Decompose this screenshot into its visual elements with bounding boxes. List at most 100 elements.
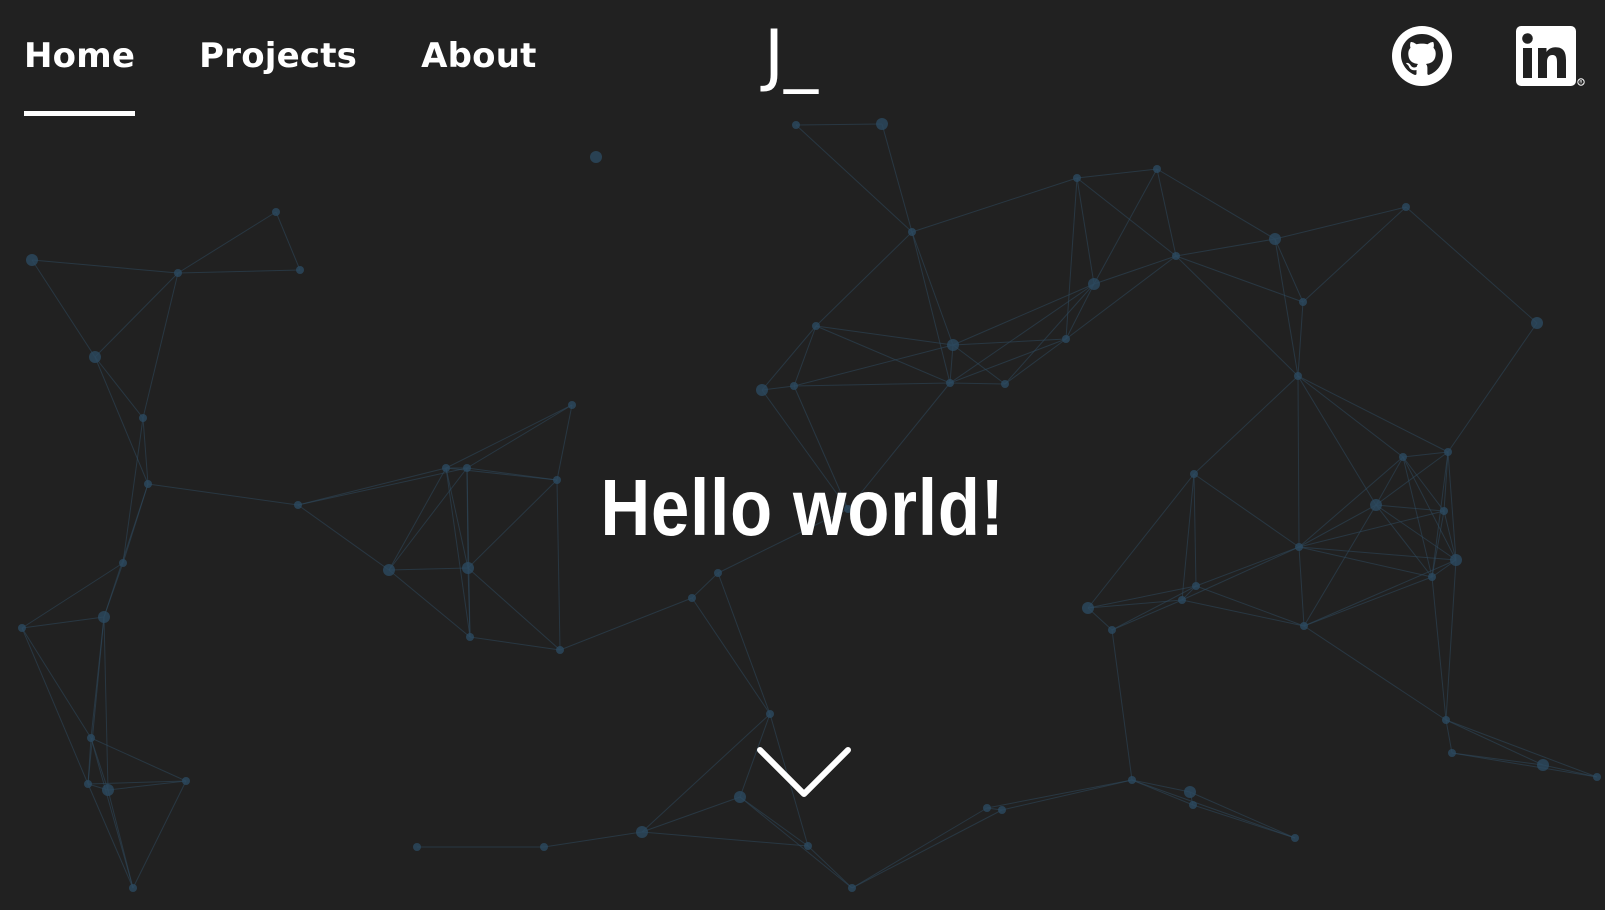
network-link bbox=[952, 283, 1095, 346]
network-link bbox=[21, 627, 89, 785]
network-link bbox=[1076, 168, 1158, 179]
network-link bbox=[1274, 238, 1299, 377]
network-link bbox=[1303, 625, 1447, 721]
network-link bbox=[21, 627, 92, 739]
network-node bbox=[1428, 573, 1436, 581]
network-node bbox=[540, 843, 548, 851]
logo[interactable]: J_ bbox=[764, 18, 848, 94]
network-node bbox=[89, 351, 101, 363]
network-node bbox=[1300, 622, 1308, 630]
network-link bbox=[1093, 255, 1177, 285]
network-link bbox=[1093, 168, 1158, 285]
network-link bbox=[388, 569, 471, 638]
network-node bbox=[1294, 372, 1302, 380]
network-node bbox=[1442, 716, 1450, 724]
network-link bbox=[87, 616, 105, 785]
chevron-down-icon[interactable] bbox=[756, 744, 852, 800]
network-link bbox=[177, 211, 277, 274]
network-node bbox=[714, 569, 722, 577]
network-link bbox=[1193, 375, 1299, 475]
network-node bbox=[1088, 278, 1100, 290]
network-node bbox=[383, 564, 395, 576]
network-link bbox=[851, 809, 1003, 889]
network-node bbox=[1184, 786, 1196, 798]
network-link bbox=[1445, 559, 1457, 721]
network-link bbox=[641, 796, 741, 833]
github-link[interactable] bbox=[1390, 24, 1454, 88]
network-link bbox=[1076, 177, 1095, 285]
network-link bbox=[1189, 791, 1296, 839]
network-link bbox=[911, 231, 954, 346]
network-link bbox=[815, 325, 954, 346]
network-node bbox=[1444, 448, 1452, 456]
network-node bbox=[766, 710, 774, 718]
nav-item-home[interactable]: Home bbox=[24, 0, 136, 116]
network-node bbox=[1178, 596, 1186, 604]
network-link bbox=[1298, 546, 1305, 627]
network-link bbox=[90, 737, 134, 889]
network-link bbox=[793, 344, 954, 387]
network-link bbox=[94, 356, 144, 419]
linkedin-link[interactable]: R bbox=[1514, 24, 1586, 88]
network-node bbox=[182, 777, 190, 785]
network-link bbox=[31, 259, 179, 274]
linkedin-icon: R bbox=[1516, 26, 1585, 86]
network-node bbox=[1108, 626, 1116, 634]
network-node bbox=[1537, 759, 1549, 771]
network-link bbox=[949, 283, 1095, 384]
network-node bbox=[756, 384, 768, 396]
network-link bbox=[103, 562, 124, 618]
network-link bbox=[795, 124, 913, 233]
network-link bbox=[1131, 779, 1194, 806]
nav-item-about[interactable]: About bbox=[421, 0, 536, 116]
network-link bbox=[132, 780, 187, 889]
network-link bbox=[466, 404, 573, 469]
network-node bbox=[462, 562, 474, 574]
network-link bbox=[1111, 599, 1183, 631]
network-node bbox=[998, 806, 1006, 814]
network-node bbox=[1073, 174, 1081, 182]
network-node bbox=[26, 254, 38, 266]
network-link bbox=[21, 616, 105, 629]
main-nav: Home Projects About bbox=[24, 0, 601, 116]
network-link bbox=[1156, 168, 1276, 240]
network-node bbox=[84, 780, 92, 788]
network-node bbox=[272, 208, 280, 216]
network-node bbox=[1172, 252, 1180, 260]
network-link bbox=[1175, 255, 1299, 377]
network-link bbox=[807, 845, 853, 889]
network-node bbox=[87, 734, 95, 742]
nav-item-projects[interactable]: Projects bbox=[199, 0, 357, 116]
network-link bbox=[1065, 177, 1078, 340]
network-link bbox=[1175, 238, 1276, 257]
network-node bbox=[1291, 834, 1299, 842]
network-link bbox=[1402, 451, 1449, 458]
network-node bbox=[1269, 233, 1281, 245]
network-link bbox=[761, 325, 817, 391]
network-link bbox=[641, 713, 771, 833]
network-node bbox=[908, 228, 916, 236]
network-link bbox=[691, 572, 719, 599]
network-link bbox=[641, 831, 809, 847]
network-node bbox=[876, 118, 888, 130]
network-node bbox=[1402, 203, 1410, 211]
network-node bbox=[129, 884, 137, 892]
network-node bbox=[792, 121, 800, 129]
network-link bbox=[559, 597, 693, 651]
network-node bbox=[983, 804, 991, 812]
network-node bbox=[1062, 335, 1070, 343]
network-link bbox=[739, 796, 853, 889]
site-header: Home Projects About J_ R bbox=[0, 0, 1605, 116]
network-node bbox=[174, 269, 182, 277]
network-link bbox=[388, 567, 469, 571]
network-node bbox=[688, 594, 696, 602]
network-node bbox=[1192, 582, 1200, 590]
network-link bbox=[949, 338, 1067, 384]
network-link bbox=[1065, 283, 1095, 340]
network-node bbox=[568, 401, 576, 409]
network-link bbox=[1111, 585, 1197, 631]
network-link bbox=[1004, 283, 1095, 385]
network-node bbox=[590, 151, 602, 163]
network-link bbox=[1181, 546, 1300, 601]
network-link bbox=[739, 796, 809, 847]
